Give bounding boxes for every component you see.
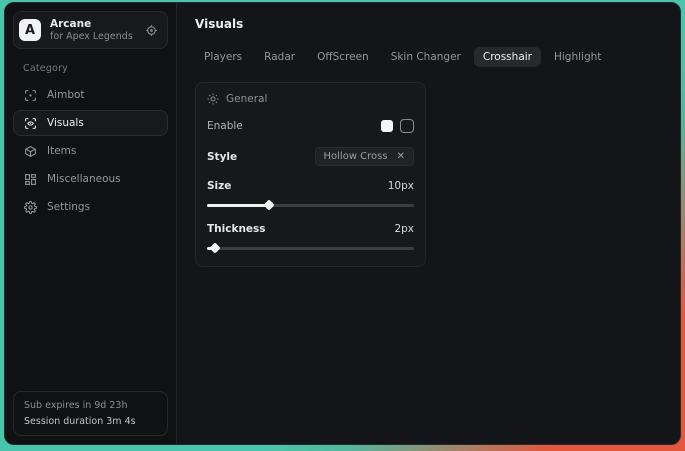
app-name: Arcane [50, 18, 136, 30]
sidebar-item-settings[interactable]: Settings [13, 194, 168, 220]
style-row: Style Hollow Cross ✕ [207, 147, 414, 166]
style-select[interactable]: Hollow Cross ✕ [315, 147, 414, 166]
sidebar-item-label: Items [47, 145, 76, 157]
enable-row: Enable [207, 119, 414, 133]
general-panel: General Enable Style Hollow Cross ✕ Size… [195, 82, 426, 267]
subscription-status-card: Sub expires in 9d 23h Session duration 3… [13, 391, 168, 436]
page-title: Visuals [195, 17, 662, 31]
tab-skin-changer[interactable]: Skin Changer [382, 47, 470, 67]
enable-label: Enable [207, 120, 243, 132]
sun-gear-icon [207, 93, 219, 105]
tab-bar: Players Radar OffScreen Skin Changer Cro… [195, 47, 662, 67]
size-label: Size [207, 180, 231, 192]
grid-icon [24, 173, 37, 186]
app-logo: A [19, 19, 41, 41]
size-slider-thumb[interactable] [263, 199, 274, 210]
main-content: Visuals Players Radar OffScreen Skin Cha… [177, 3, 680, 444]
close-icon[interactable]: ✕ [397, 151, 405, 162]
size-value: 10px [388, 180, 414, 192]
thickness-slider-thumb[interactable] [210, 242, 221, 253]
crosshair-icon [24, 89, 37, 102]
thickness-label: Thickness [207, 223, 266, 235]
color-swatch[interactable] [381, 120, 393, 132]
sub-expires-text: Sub expires in 9d 23h [24, 400, 157, 411]
sidebar-item-visuals[interactable]: Visuals [13, 110, 168, 136]
thickness-value: 2px [394, 223, 414, 235]
box-icon [24, 145, 37, 158]
thickness-slider[interactable] [207, 244, 414, 252]
sidebar-item-label: Miscellaneous [47, 173, 121, 185]
size-slider[interactable] [207, 201, 414, 209]
tab-crosshair[interactable]: Crosshair [474, 47, 541, 67]
sidebar-item-miscellaneous[interactable]: Miscellaneous [13, 166, 168, 192]
sidebar-item-label: Aimbot [47, 89, 85, 101]
app-subtitle: for Apex Legends [50, 32, 136, 43]
target-icon[interactable] [145, 24, 158, 37]
style-value: Hollow Cross [324, 151, 388, 162]
category-label: Category [23, 63, 168, 74]
sidebar: A Arcane for Apex Legends Category [5, 3, 177, 444]
sidebar-item-items[interactable]: Items [13, 138, 168, 164]
gear-icon [24, 201, 37, 214]
tab-highlight[interactable]: Highlight [545, 47, 610, 67]
sidebar-nav: Aimbot Visuals Items [13, 82, 168, 220]
tab-players[interactable]: Players [195, 47, 251, 67]
size-row: Size 10px [207, 180, 414, 192]
panel-title: General [226, 93, 267, 105]
sidebar-item-label: Visuals [47, 117, 84, 129]
session-duration-text: Session duration 3m 4s [24, 416, 157, 427]
sidebar-item-aimbot[interactable]: Aimbot [13, 82, 168, 108]
thickness-row: Thickness 2px [207, 223, 414, 235]
enable-checkbox[interactable] [400, 119, 414, 133]
tab-radar[interactable]: Radar [255, 47, 304, 67]
tab-offscreen[interactable]: OffScreen [308, 47, 378, 67]
brand-card: A Arcane for Apex Legends [13, 11, 168, 49]
app-window: A Arcane for Apex Legends Category [4, 2, 681, 445]
eye-icon [24, 117, 37, 130]
sidebar-item-label: Settings [47, 201, 90, 213]
style-label: Style [207, 151, 237, 163]
